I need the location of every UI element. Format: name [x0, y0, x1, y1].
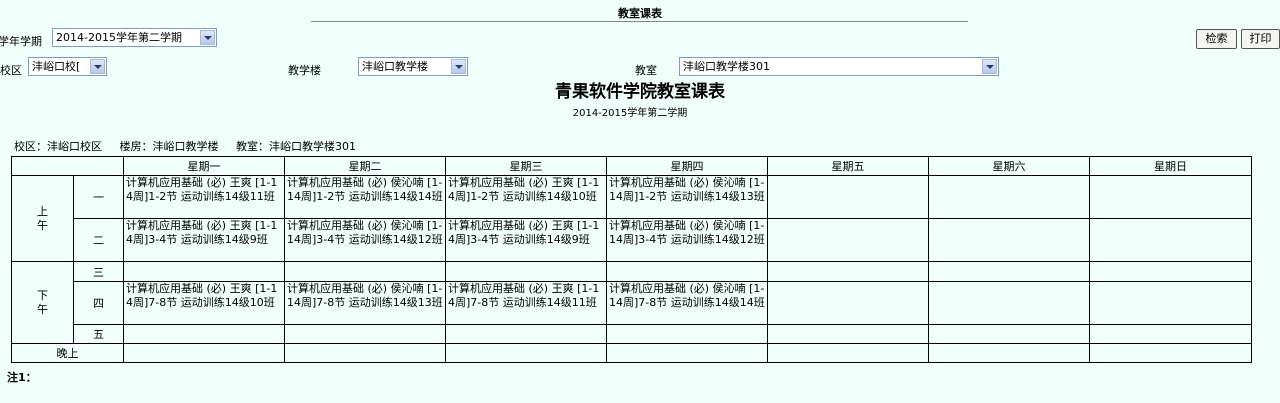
search-button[interactable]: 检索 — [1196, 29, 1237, 49]
class-cell[interactable] — [928, 175, 1090, 219]
class-cell[interactable]: 计算机应用基础 (必) 王爽 [1-14周]3-4节 运动训练14级9班 — [123, 218, 285, 262]
session-morning: 上午 — [11, 175, 74, 262]
class-cell[interactable] — [928, 343, 1090, 363]
class-cell[interactable] — [1089, 218, 1252, 262]
class-cell[interactable] — [445, 343, 607, 363]
day-header: 星期六 — [928, 156, 1090, 176]
table-row: 二 计算机应用基础 (必) 王爽 [1-14周]3-4节 运动训练14级9班 计… — [12, 218, 1252, 262]
class-cell[interactable]: 计算机应用基础 (必) 侯沁喃 [1-14周]7-8节 运动训练14级14班 — [606, 281, 768, 325]
class-cell[interactable]: 计算机应用基础 (必) 王爽 [1-14周]1-2节 运动训练14级10班 — [445, 175, 607, 219]
class-cell[interactable]: 计算机应用基础 (必) 王爽 [1-14周]1-2节 运动训练14级11班 — [123, 175, 285, 219]
class-cell[interactable] — [284, 261, 446, 282]
period-label: 二 — [73, 218, 124, 262]
class-cell[interactable] — [123, 261, 285, 282]
class-cell[interactable] — [1089, 175, 1252, 219]
class-cell[interactable] — [284, 324, 446, 344]
class-cell[interactable] — [1089, 343, 1252, 363]
class-cell[interactable]: 计算机应用基础 (必) 王爽 [1-14周]3-4节 运动训练14级9班 — [445, 218, 607, 262]
day-header: 星期五 — [767, 156, 929, 176]
table-row: 四 计算机应用基础 (必) 王爽 [1-14周]7-8节 运动训练14级10班 … — [12, 281, 1252, 325]
class-cell[interactable]: 计算机应用基础 (必) 侯沁喃 [1-14周]7-8节 运动训练14级13班 — [284, 281, 446, 325]
class-cell[interactable] — [928, 261, 1090, 282]
room-info: 校区：沣峪口校区 楼房：沣峪口教学楼 教室：沣峪口教学楼301 — [14, 138, 370, 154]
class-cell[interactable] — [767, 218, 929, 262]
class-cell[interactable] — [928, 324, 1090, 344]
campus-label: 校区 — [0, 64, 22, 77]
class-cell[interactable] — [445, 261, 607, 282]
term-select[interactable]: 2014-2015学年第二学期 — [52, 28, 217, 47]
class-cell[interactable] — [1089, 261, 1252, 282]
campus-select-value: 沣峪口校[ — [32, 60, 81, 73]
building-label: 教学楼 — [288, 64, 321, 77]
school-title: 青果软件学院教室课表 — [555, 82, 725, 102]
term-label: 学年学期 — [0, 35, 42, 48]
corner-cell — [11, 156, 124, 176]
class-cell[interactable] — [606, 261, 768, 282]
period-label: 一 — [73, 175, 124, 219]
period-label: 五 — [73, 324, 124, 344]
day-header: 星期二 — [284, 156, 446, 176]
class-cell[interactable]: 计算机应用基础 (必) 侯沁喃 [1-14周]3-4节 运动训练14级12班 — [284, 218, 446, 262]
report-term: 2014-2015学年第二学期 — [572, 108, 688, 119]
class-cell[interactable] — [767, 343, 929, 363]
table-row: 下午 三 — [11, 261, 1252, 344]
chevron-down-icon[interactable] — [90, 59, 105, 74]
class-cell[interactable] — [606, 343, 768, 363]
class-cell[interactable] — [1089, 281, 1252, 325]
building-select-value: 沣峪口教学楼 — [362, 60, 428, 73]
period-label: 三 — [73, 261, 124, 282]
class-cell[interactable] — [445, 324, 607, 344]
print-button[interactable]: 打印 — [1241, 29, 1280, 49]
chevron-down-icon[interactable] — [451, 59, 466, 74]
table-header-row: 星期一 星期二 星期三 星期四 星期五 星期六 星期日 — [11, 156, 1252, 176]
session-evening: 晚上 — [11, 343, 124, 363]
session-afternoon-label: 下午 — [37, 288, 48, 316]
class-cell[interactable]: 计算机应用基础 (必) 侯沁喃 [1-14周]1-2节 运动训练14级13班 — [606, 175, 768, 219]
class-cell[interactable]: 计算机应用基础 (必) 王爽 [1-14周]7-8节 运动训练14级10班 — [123, 281, 285, 325]
campus-select[interactable]: 沣峪口校[ — [28, 57, 107, 76]
term-select-value: 2014-2015学年第二学期 — [56, 31, 182, 44]
room-select-value: 沣峪口教学楼301 — [683, 60, 770, 73]
room-label: 教室 — [635, 64, 657, 77]
class-cell[interactable] — [767, 261, 929, 282]
building-select[interactable]: 沣峪口教学楼 — [358, 57, 468, 76]
timetable: 星期一 星期二 星期三 星期四 星期五 星期六 星期日 上午 一 计算机应用基础… — [11, 156, 1252, 363]
day-header: 星期四 — [606, 156, 768, 176]
class-cell[interactable]: 计算机应用基础 (必) 侯沁喃 [1-14周]3-4节 运动训练14级12班 — [606, 218, 768, 262]
class-cell[interactable] — [928, 281, 1090, 325]
info-building: 楼房：沣峪口教学楼 — [119, 140, 219, 153]
page-title: 教室课表 — [618, 7, 662, 20]
chevron-down-icon[interactable] — [200, 30, 215, 45]
chevron-down-icon[interactable] — [982, 59, 997, 74]
day-header: 星期三 — [445, 156, 607, 176]
class-cell[interactable] — [767, 175, 929, 219]
table-row: 上午 一 计算机应用基础 (必) 王爽 [1-14周]1-2节 运动训练14级1… — [11, 175, 1252, 262]
class-cell[interactable] — [767, 324, 929, 344]
class-cell[interactable] — [284, 343, 446, 363]
session-afternoon: 下午 — [11, 261, 74, 344]
footnote: 注1： — [7, 371, 37, 384]
class-cell[interactable] — [1089, 324, 1252, 344]
session-morning-label: 上午 — [37, 204, 48, 232]
class-cell[interactable] — [123, 343, 285, 363]
info-room: 教室：沣峪口教学楼301 — [236, 140, 356, 153]
title-divider — [311, 21, 968, 22]
class-cell[interactable]: 计算机应用基础 (必) 王爽 [1-14周]7-8节 运动训练14级11班 — [445, 281, 607, 325]
period-label: 四 — [73, 281, 124, 325]
class-cell[interactable] — [767, 281, 929, 325]
table-row: 晚上 — [11, 343, 1252, 363]
room-select[interactable]: 沣峪口教学楼301 — [679, 57, 999, 76]
day-header: 星期日 — [1089, 156, 1252, 176]
class-cell[interactable] — [606, 324, 768, 344]
day-header: 星期一 — [123, 156, 285, 176]
class-cell[interactable] — [123, 324, 285, 344]
table-row: 五 — [12, 324, 1252, 344]
info-campus: 校区：沣峪口校区 — [14, 140, 102, 153]
class-cell[interactable] — [928, 218, 1090, 262]
class-cell[interactable]: 计算机应用基础 (必) 侯沁喃 [1-14周]1-2节 运动训练14级14班 — [284, 175, 446, 219]
